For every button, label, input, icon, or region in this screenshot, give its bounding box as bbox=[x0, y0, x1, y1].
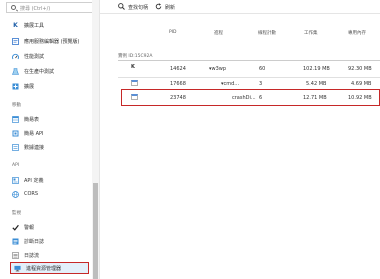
pid-cell: 23748 bbox=[170, 95, 186, 101]
table-row[interactable]: K 14624 ▾w3wp 60 102.19 MB 92.30 MB bbox=[118, 62, 380, 77]
sidebar-item-label: 擴展工具 bbox=[24, 22, 45, 29]
column-header-working-set[interactable]: 工作集 bbox=[304, 30, 318, 36]
sidebar-item-label: CORS bbox=[24, 191, 39, 197]
extensions-icon bbox=[12, 83, 19, 90]
pid-cell: 14624 bbox=[170, 66, 186, 72]
process-cell: ▾cmd... bbox=[221, 81, 239, 87]
cors-icon bbox=[12, 190, 19, 198]
working-set-cell: 12.71 MB bbox=[303, 95, 327, 101]
sidebar-item-label: 在生產中測試 bbox=[24, 68, 55, 75]
column-header-thread-count[interactable]: 線程計數 bbox=[258, 30, 276, 36]
sidebar-item-label: 進程資源管理器 bbox=[26, 265, 62, 272]
pid-cell: 17668 bbox=[170, 81, 186, 87]
alerts-check-icon bbox=[12, 224, 19, 231]
sidebar-item-alerts[interactable]: 警報 bbox=[12, 222, 34, 232]
private-memory-cell: 10.92 MB bbox=[348, 95, 372, 101]
find-handle-label: 查找句柄 bbox=[128, 4, 149, 11]
column-header-pid[interactable]: PID bbox=[169, 30, 177, 35]
sidebar-item-app-service-editor[interactable]: 應用服務編輯器 (預覽版) bbox=[12, 36, 80, 46]
sidebar: 搜尋 (Ctrl+/) K 擴展工具 應用服務編輯器 (預覽版) 性能測試 在生… bbox=[0, 0, 100, 279]
sidebar-item-label: 應用服務編輯器 (預覽版) bbox=[24, 38, 80, 45]
process-cell: ▾w3wp bbox=[209, 66, 226, 72]
toolbar: 查找句柄 刷新 bbox=[100, 0, 380, 14]
sidebar-item-extensions[interactable]: 擴展 bbox=[12, 81, 34, 91]
data-connections-icon bbox=[12, 143, 19, 151]
column-header-private-memory[interactable]: 專用內存 bbox=[348, 30, 366, 36]
sidebar-item-label: 診斷日誌 bbox=[24, 238, 45, 245]
sidebar-item-performance-test[interactable]: 性能測試 bbox=[12, 51, 44, 61]
sidebar-item-cors[interactable]: CORS bbox=[12, 189, 38, 199]
search-icon bbox=[118, 2, 125, 12]
sidebar-item-label: 警報 bbox=[24, 224, 35, 231]
process-name: w3wp bbox=[211, 66, 227, 72]
column-header-process[interactable]: 進程 bbox=[214, 30, 223, 36]
search-input[interactable]: 搜尋 (Ctrl+/) bbox=[6, 2, 93, 13]
section-header-api: API bbox=[12, 163, 20, 168]
easy-api-icon bbox=[12, 130, 19, 137]
sidebar-item-label: 數據連接 bbox=[24, 144, 45, 151]
refresh-button[interactable]: 刷新 bbox=[155, 2, 175, 12]
testing-in-production-icon bbox=[12, 67, 19, 75]
sidebar-item-testing-in-production[interactable]: 在生產中測試 bbox=[12, 66, 54, 76]
easy-tables-icon bbox=[12, 115, 19, 123]
sidebar-item-easy-tables[interactable]: 簡易表 bbox=[12, 114, 39, 124]
search-placeholder: 搜尋 (Ctrl+/) bbox=[20, 6, 51, 12]
refresh-icon bbox=[155, 2, 162, 12]
find-handle-button[interactable]: 查找句柄 bbox=[118, 2, 148, 12]
process-explorer-icon bbox=[14, 265, 21, 272]
thread-count-cell: 3 bbox=[259, 81, 263, 87]
log-stream-icon bbox=[12, 251, 19, 259]
sidebar-item-label: 簡易 API bbox=[24, 130, 44, 137]
sidebar-item-log-stream[interactable]: 日誌流 bbox=[12, 250, 39, 260]
process-name: cmd... bbox=[223, 81, 240, 87]
sidebar-item-data-connections[interactable]: 數據連接 bbox=[12, 142, 44, 152]
instance-id-label: 實例 ID:15C92A bbox=[118, 54, 153, 59]
section-header-monitoring: 監視 bbox=[12, 211, 21, 216]
kudu-k-icon: K bbox=[13, 21, 18, 29]
sidebar-item-advanced-tools[interactable]: K 擴展工具 bbox=[12, 20, 44, 30]
private-memory-cell: 92.30 MB bbox=[348, 66, 372, 72]
working-set-cell: 102.19 MB bbox=[303, 66, 330, 72]
thread-count-cell: 6 bbox=[259, 95, 263, 101]
table-row[interactable]: 23748 crashDi... 6 12.71 MB 10.92 MB bbox=[118, 91, 380, 106]
process-cell: crashDi... bbox=[232, 95, 256, 101]
api-definition-icon bbox=[12, 176, 19, 184]
sidebar-item-easy-api[interactable]: 簡易 API bbox=[12, 128, 44, 138]
cmd-window-icon bbox=[131, 80, 138, 87]
sidebar-item-label: 擴展 bbox=[24, 83, 35, 90]
search-icon bbox=[11, 5, 16, 10]
performance-test-icon bbox=[12, 53, 19, 60]
sidebar-scrollbar-thumb[interactable] bbox=[93, 183, 98, 279]
sidebar-item-label: 性能測試 bbox=[24, 53, 45, 60]
refresh-label: 刷新 bbox=[165, 4, 176, 11]
working-set-cell: 5.42 MB bbox=[306, 81, 327, 87]
private-memory-cell: 4.69 MB bbox=[351, 81, 372, 87]
thread-count-cell: 60 bbox=[259, 66, 266, 72]
divider bbox=[118, 60, 380, 61]
diagnostics-logs-icon bbox=[12, 238, 19, 245]
section-header-mobile: 移動 bbox=[12, 103, 21, 108]
cmd-window-icon bbox=[131, 94, 138, 101]
sidebar-item-diagnostics-logs[interactable]: 診斷日誌 bbox=[12, 236, 44, 246]
kudu-k-icon: K bbox=[131, 64, 135, 70]
code-editor-icon bbox=[12, 37, 19, 45]
sidebar-item-label: API 定義 bbox=[24, 177, 44, 184]
sidebar-item-process-explorer-inner: 進程資源管理器 bbox=[14, 263, 61, 273]
sidebar-item-api-definition[interactable]: API 定義 bbox=[12, 175, 44, 185]
sidebar-item-label: 簡易表 bbox=[24, 116, 40, 123]
sidebar-item-process-explorer[interactable]: 進程資源管理器 bbox=[10, 262, 89, 274]
sidebar-item-label: 日誌流 bbox=[24, 252, 40, 259]
